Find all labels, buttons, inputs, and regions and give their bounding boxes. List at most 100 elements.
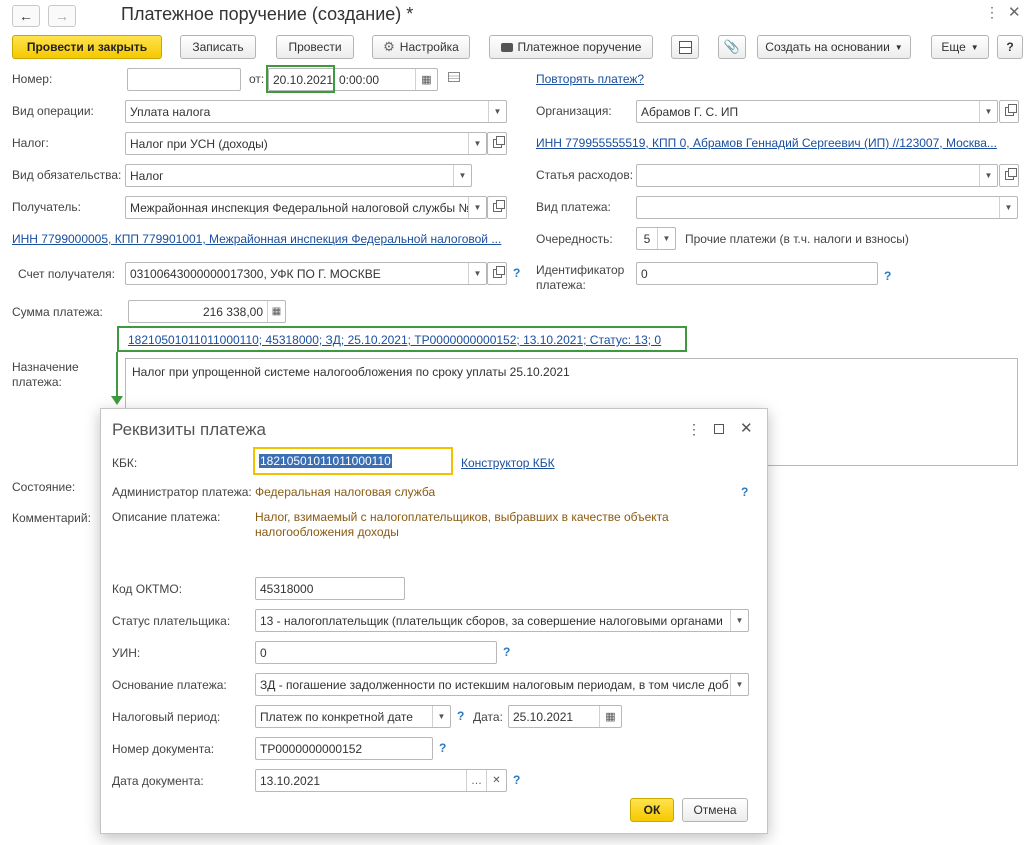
help-button[interactable]: ? bbox=[997, 35, 1023, 59]
oktmo-value: 45318000 bbox=[260, 581, 314, 596]
open-icon bbox=[1004, 104, 1017, 116]
save-button[interactable]: Записать bbox=[180, 35, 256, 59]
dialog-maximize-icon[interactable] bbox=[714, 424, 724, 434]
paperclip-icon: 📎 bbox=[723, 39, 741, 54]
from-label: от: bbox=[249, 72, 265, 86]
obligation-select[interactable]: Налог ▼ bbox=[125, 164, 472, 187]
kbk-input[interactable]: 18210501011011000110 bbox=[253, 447, 453, 475]
chevron-down-icon: ▼ bbox=[970, 42, 979, 52]
expense-select[interactable]: ▼ bbox=[636, 164, 998, 187]
structure-button[interactable] bbox=[671, 35, 699, 59]
chevron-down-icon[interactable]: ▼ bbox=[468, 133, 486, 154]
identifier-help-icon[interactable]: ? bbox=[884, 269, 891, 283]
organization-value: Абрамов Г. С. ИП bbox=[641, 104, 739, 119]
chevron-down-icon[interactable]: ▼ bbox=[468, 197, 486, 218]
number-input[interactable] bbox=[127, 68, 241, 91]
repeat-payment-link[interactable]: Повторять платеж? bbox=[536, 72, 644, 86]
payment-kind-label: Вид платежа: bbox=[536, 200, 611, 214]
priority-description: Прочие платежи (в т.ч. налоги и взносы) bbox=[685, 232, 909, 246]
more-label: Еще bbox=[941, 40, 966, 54]
organization-inn-link[interactable]: ИНН 779955555519, КПП 0, Абрамов Геннади… bbox=[536, 136, 999, 150]
account-label: Счет получателя: bbox=[18, 267, 115, 281]
priority-select[interactable]: 5 ▼ bbox=[636, 227, 676, 250]
more-vertical-icon[interactable]: ⋮ bbox=[985, 4, 999, 21]
post-button[interactable]: Провести bbox=[276, 35, 354, 59]
chevron-down-icon[interactable]: ▼ bbox=[730, 674, 748, 695]
print-payment-order-button[interactable]: Платежное поручение bbox=[489, 35, 653, 59]
document-number-help-icon[interactable]: ? bbox=[439, 741, 446, 755]
attach-button[interactable]: 📎 bbox=[718, 35, 746, 59]
sum-value: 216 338,00 bbox=[202, 304, 263, 319]
kbk-label: КБК: bbox=[112, 456, 138, 470]
cancel-button[interactable]: Отмена bbox=[682, 798, 748, 822]
create-based-label: Создать на основании bbox=[765, 40, 890, 54]
tax-select[interactable]: Налог при УСН (доходы) ▼ bbox=[125, 132, 487, 155]
chevron-down-icon[interactable]: ▼ bbox=[432, 706, 450, 727]
history-icon[interactable] bbox=[448, 72, 460, 82]
chevron-down-icon[interactable]: ▼ bbox=[453, 165, 471, 186]
organization-label: Организация: bbox=[536, 104, 612, 118]
ok-button[interactable]: ОК bbox=[630, 798, 674, 822]
calendar-icon[interactable]: ▦ bbox=[415, 69, 437, 90]
payment-kind-select[interactable]: ▼ bbox=[636, 196, 1018, 219]
ellipsis-icon[interactable]: … bbox=[466, 770, 486, 791]
time-value: 0:00:00 bbox=[339, 72, 380, 87]
document-number-input[interactable]: ТР0000000000152 bbox=[255, 737, 433, 760]
chevron-down-icon[interactable]: ▼ bbox=[468, 263, 486, 284]
account-open-button[interactable] bbox=[487, 262, 507, 285]
tax-period-select[interactable]: Платеж по конкретной дате ▼ bbox=[255, 705, 451, 728]
chevron-down-icon[interactable]: ▼ bbox=[488, 101, 506, 122]
payer-status-label: Статус плательщика: bbox=[112, 614, 231, 628]
close-icon[interactable]: ✕ bbox=[1008, 3, 1021, 21]
operation-label: Вид операции: bbox=[12, 104, 94, 118]
tax-period-label: Налоговый период: bbox=[112, 710, 221, 724]
create-based-button[interactable]: Создать на основании ▼ bbox=[757, 35, 911, 59]
chevron-down-icon[interactable]: ▼ bbox=[999, 197, 1017, 218]
priority-value: 5 bbox=[643, 231, 651, 246]
payment-requisites-link[interactable]: 18210501011011000110; 45318000; ЗД; 25.1… bbox=[128, 333, 684, 347]
account-value: 03100643000000017300, УФК ПО Г. МОСКВЕ bbox=[130, 266, 381, 281]
recipient-open-button[interactable] bbox=[487, 196, 507, 219]
forward-button[interactable]: → bbox=[48, 5, 76, 27]
chevron-down-icon[interactable]: ▼ bbox=[730, 610, 748, 631]
uin-input[interactable]: 0 bbox=[255, 641, 497, 664]
kbk-constructor-link[interactable]: Конструктор КБК bbox=[461, 456, 555, 470]
dialog-more-icon[interactable]: ⋮ bbox=[687, 421, 701, 438]
clear-icon[interactable]: ✕ bbox=[486, 770, 506, 791]
dialog-close-icon[interactable]: ✕ bbox=[740, 419, 753, 437]
period-date-input[interactable]: 25.10.2021 ▦ bbox=[508, 705, 622, 728]
admin-help-icon[interactable]: ? bbox=[741, 485, 748, 499]
document-date-help-icon[interactable]: ? bbox=[513, 773, 520, 787]
chevron-down-icon[interactable]: ▼ bbox=[657, 228, 675, 249]
account-help-icon[interactable]: ? bbox=[513, 266, 520, 280]
recipient-inn-link[interactable]: ИНН 7799000005, КПП 779901001, Межрайонн… bbox=[12, 232, 506, 246]
tax-period-help-icon[interactable]: ? bbox=[457, 709, 464, 723]
calculator-icon[interactable]: ▦ bbox=[267, 301, 285, 322]
back-button[interactable]: ← bbox=[12, 5, 40, 27]
calendar-icon[interactable]: ▦ bbox=[599, 706, 621, 727]
payer-status-select[interactable]: 13 - налогоплательщик (плательщик сборов… bbox=[255, 609, 749, 632]
tax-open-button[interactable] bbox=[487, 132, 507, 155]
chevron-down-icon[interactable]: ▼ bbox=[979, 165, 997, 186]
recipient-select[interactable]: Межрайонная инспекция Федеральной налого… bbox=[125, 196, 487, 219]
payment-basis-select[interactable]: ЗД - погашение задолженности по истекшим… bbox=[255, 673, 749, 696]
account-select[interactable]: 03100643000000017300, УФК ПО Г. МОСКВЕ ▼ bbox=[125, 262, 487, 285]
arrow-down-indicator bbox=[116, 352, 118, 400]
identifier-input[interactable]: 0 bbox=[636, 262, 878, 285]
oktmo-input[interactable]: 45318000 bbox=[255, 577, 405, 600]
settings-label: Настройка bbox=[399, 40, 459, 54]
document-date-value: 13.10.2021 bbox=[260, 773, 321, 788]
settings-button[interactable]: ⚙ Настройка bbox=[372, 35, 470, 59]
organization-open-button[interactable] bbox=[999, 100, 1019, 123]
more-button[interactable]: Еще ▼ bbox=[931, 35, 989, 59]
post-and-close-button[interactable]: Провести и закрыть bbox=[12, 35, 162, 59]
uin-help-icon[interactable]: ? bbox=[503, 645, 510, 659]
chevron-down-icon[interactable]: ▼ bbox=[979, 101, 997, 122]
document-date-input[interactable]: 13.10.2021 … ✕ bbox=[255, 769, 507, 792]
chevron-down-icon: ▼ bbox=[894, 42, 903, 52]
sum-input[interactable]: 216 338,00 ▦ bbox=[128, 300, 286, 323]
operation-select[interactable]: Уплата налога ▼ bbox=[125, 100, 507, 123]
document-number-label: Номер документа: bbox=[112, 742, 215, 756]
organization-select[interactable]: Абрамов Г. С. ИП ▼ bbox=[636, 100, 998, 123]
expense-open-button[interactable] bbox=[999, 164, 1019, 187]
